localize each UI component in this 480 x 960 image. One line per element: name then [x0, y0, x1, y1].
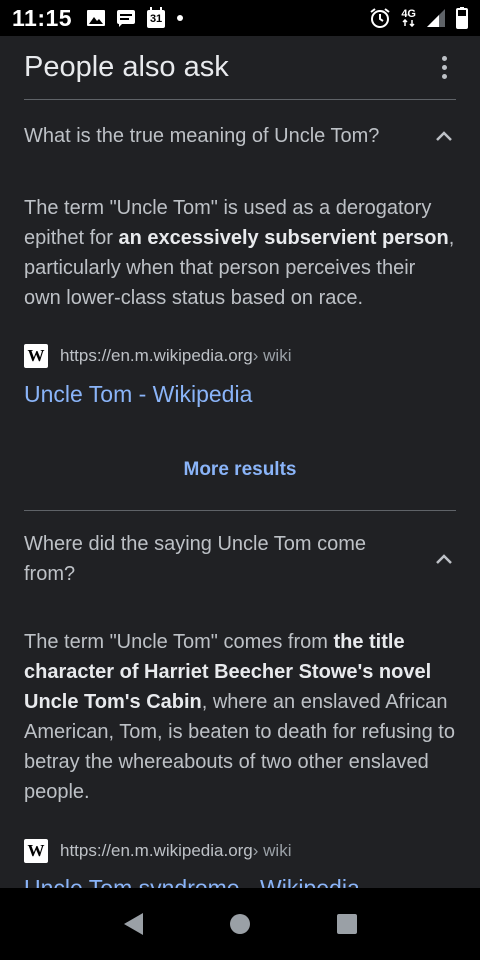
- back-icon[interactable]: [109, 900, 157, 948]
- people-also-ask-header: People also ask: [24, 42, 456, 92]
- network-icon: 4G: [401, 9, 416, 27]
- answer-2-text: The term "Uncle Tom" comes from: [24, 631, 334, 653]
- source-1-url: https://en.m.wikipedia.org: [60, 346, 253, 365]
- more-options-icon[interactable]: [432, 47, 456, 87]
- message-icon: [116, 9, 136, 27]
- alarm-icon: [369, 7, 391, 29]
- result-2-link[interactable]: Uncle Tom syndrome - Wikipedia: [24, 873, 360, 888]
- status-time: 11:15: [12, 4, 73, 31]
- system-icons: 4G: [369, 7, 468, 29]
- navigation-bar: [0, 888, 480, 960]
- image-icon: [86, 9, 106, 27]
- question-1-toggle[interactable]: What is the true meaning of Uncle Tom?: [24, 120, 456, 152]
- notification-icons: 31: [86, 7, 184, 29]
- divider: [24, 99, 456, 100]
- source-1-path: › wiki: [252, 346, 292, 365]
- question-2-toggle[interactable]: Where did the saying Uncle Tom come from…: [24, 528, 456, 590]
- question-1-text: What is the true meaning of Uncle Tom?: [24, 125, 380, 147]
- section-title: People also ask: [24, 50, 229, 83]
- search-results-content[interactable]: People also ask What is the true meaning…: [0, 36, 480, 888]
- more-results-button[interactable]: More results: [24, 455, 456, 485]
- source-2-url: https://en.m.wikipedia.org: [60, 841, 253, 860]
- answer-1: The term "Uncle Tom" is used as a deroga…: [24, 193, 456, 313]
- network-type: 4G: [401, 8, 416, 20]
- result-1-link[interactable]: Uncle Tom - Wikipedia: [24, 379, 252, 409]
- source-2[interactable]: W https://en.m.wikipedia.org › wiki: [24, 838, 456, 864]
- wikipedia-icon: W: [24, 839, 48, 863]
- source-2-path: › wiki: [252, 841, 292, 860]
- answer-2: The term "Uncle Tom" comes from the titl…: [24, 627, 456, 807]
- chevron-up-icon[interactable]: [432, 547, 456, 571]
- question-2-text: Where did the saying Uncle Tom come from…: [24, 533, 367, 585]
- recents-icon[interactable]: [323, 900, 371, 948]
- signal-icon: [426, 8, 446, 28]
- answer-1-highlight: an excessively subservient person: [118, 227, 449, 249]
- source-1[interactable]: W https://en.m.wikipedia.org › wiki: [24, 343, 456, 369]
- status-bar: 11:15 31 4G: [0, 0, 480, 36]
- dot-icon: [176, 14, 184, 22]
- calendar-day: 31: [149, 13, 163, 25]
- chevron-up-icon[interactable]: [432, 124, 456, 148]
- home-icon[interactable]: [216, 900, 264, 948]
- calendar-icon: 31: [146, 7, 166, 29]
- divider: [24, 510, 456, 511]
- battery-icon: [456, 7, 468, 29]
- wikipedia-icon: W: [24, 344, 48, 368]
